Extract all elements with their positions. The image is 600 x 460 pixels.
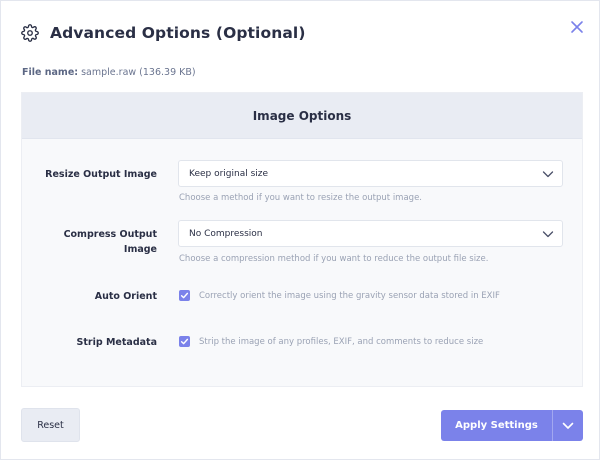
- strip-metadata-checkbox[interactable]: [179, 336, 190, 347]
- resize-help-text: Choose a method if you want to resize th…: [179, 193, 423, 203]
- reset-button[interactable]: Reset: [21, 408, 80, 442]
- gear-icon: [21, 24, 39, 42]
- apply-settings-split-button: Apply Settings: [441, 410, 583, 441]
- chevron-down-icon: [542, 171, 554, 178]
- resize-select[interactable]: Keep original size: [178, 160, 563, 187]
- checkmark-icon: [180, 292, 189, 299]
- auto-orient-checkbox[interactable]: [179, 290, 190, 301]
- auto-orient-label: Auto Orient: [94, 291, 157, 302]
- resize-label: Resize Output Image: [45, 169, 157, 180]
- checkmark-icon: [180, 338, 189, 345]
- file-name-line: File name: sample.raw (136.39 KB): [22, 67, 196, 78]
- chevron-down-icon: [542, 231, 554, 238]
- strip-metadata-text: Strip the image of any profiles, EXIF, a…: [199, 336, 484, 347]
- apply-options-toggle[interactable]: [553, 410, 583, 441]
- auto-orient-text: Correctly orient the image using the gra…: [199, 290, 500, 301]
- close-icon[interactable]: [569, 19, 585, 35]
- compress-label-line2: Image: [123, 244, 157, 255]
- dialog-title: Advanced Options (Optional): [50, 24, 306, 42]
- compress-select[interactable]: No Compression: [178, 220, 563, 247]
- file-name-label: File name:: [22, 67, 79, 78]
- compress-help-text: Choose a compression method if you want …: [179, 254, 489, 264]
- chevron-down-icon: [562, 422, 574, 429]
- resize-select-value: Keep original size: [189, 168, 269, 179]
- strip-metadata-label: Strip Metadata: [76, 337, 157, 348]
- dialog-header: Advanced Options (Optional): [21, 21, 306, 45]
- strip-metadata-row: Strip the image of any profiles, EXIF, a…: [179, 336, 483, 347]
- file-name-value: sample.raw (136.39 KB): [81, 67, 196, 78]
- image-options-panel: Image Options Resize Output Image Keep o…: [21, 92, 583, 387]
- compress-label: Compress Output Image: [37, 227, 157, 257]
- panel-title: Image Options: [252, 108, 352, 123]
- auto-orient-row: Correctly orient the image using the gra…: [179, 290, 500, 301]
- compress-label-line1: Compress Output: [63, 229, 157, 240]
- apply-settings-button[interactable]: Apply Settings: [441, 410, 552, 441]
- panel-header: Image Options: [22, 93, 582, 139]
- advanced-options-dialog: Advanced Options (Optional) File name: s…: [0, 0, 600, 460]
- compress-select-value: No Compression: [189, 228, 263, 239]
